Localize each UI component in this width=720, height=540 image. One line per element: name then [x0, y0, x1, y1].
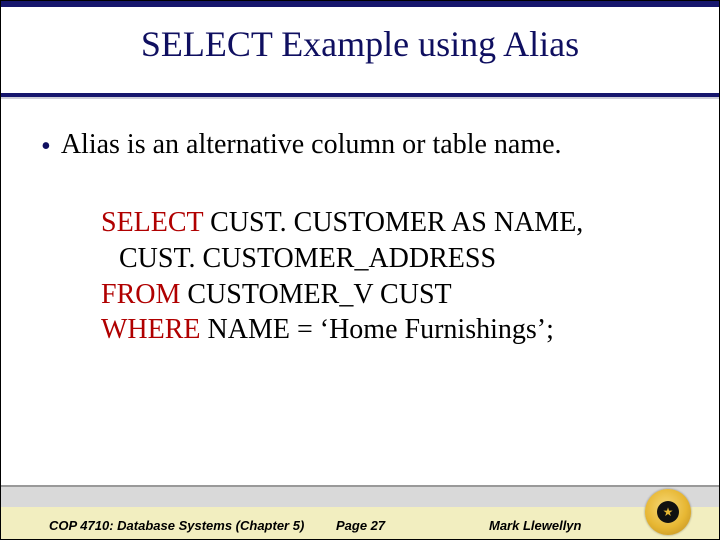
sql-line-4: WHERE NAME = ‘Home Furnishings’; — [101, 312, 679, 348]
body-area: • Alias is an alternative column or tabl… — [41, 129, 679, 348]
ucf-logo-icon: ★ — [645, 489, 691, 535]
sql-keyword-select: SELECT — [101, 207, 203, 238]
footer-bar: COP 4710: Database Systems (Chapter 5) P… — [1, 485, 719, 539]
sql-keyword-where: WHERE — [101, 314, 201, 345]
sql-line-1-rest: CUST. CUSTOMER AS NAME, — [203, 207, 583, 238]
sql-block: SELECT CUST. CUSTOMER AS NAME, CUST. CUS… — [101, 205, 679, 348]
footer-author: Mark Llewellyn — [489, 518, 581, 533]
bullet-item: • Alias is an alternative column or tabl… — [41, 129, 679, 161]
ucf-logo-inner: ★ — [657, 501, 679, 523]
bullet-text: Alias is an alternative column or table … — [61, 129, 562, 161]
slide: SELECT Example using Alias • Alias is an… — [0, 0, 720, 540]
footer-page: Page 27 — [336, 518, 385, 533]
sql-line-3-rest: CUSTOMER_V CUST — [180, 279, 451, 310]
footer-course: COP 4710: Database Systems (Chapter 5) — [49, 518, 304, 533]
bullet-icon: • — [41, 129, 51, 161]
sql-keyword-from: FROM — [101, 279, 180, 310]
sql-line-2: CUST. CUSTOMER_ADDRESS — [101, 241, 679, 277]
title-rule-shadow — [1, 97, 719, 99]
star-icon: ★ — [663, 506, 674, 518]
sql-line-4-rest: NAME = ‘Home Furnishings’; — [201, 314, 554, 345]
title-area: SELECT Example using Alias — [1, 1, 719, 99]
slide-title: SELECT Example using Alias — [1, 23, 719, 65]
sql-line-3: FROM CUSTOMER_V CUST — [101, 277, 679, 313]
sql-line-1: SELECT CUST. CUSTOMER AS NAME, — [101, 205, 679, 241]
